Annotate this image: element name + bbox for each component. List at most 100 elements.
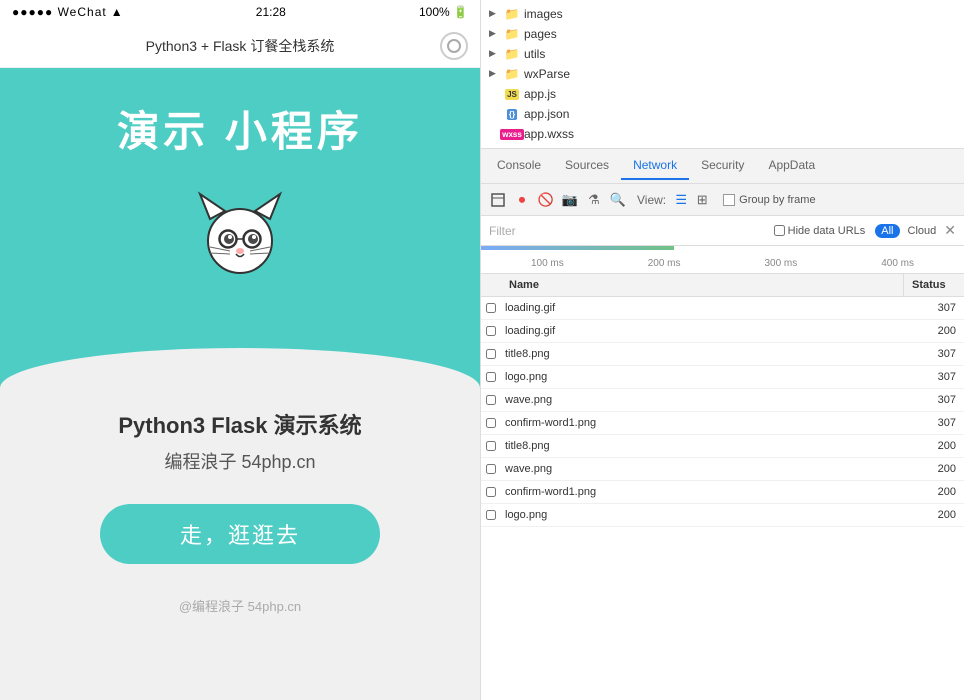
cat-icon <box>190 189 290 279</box>
battery-status: 100% 🔋 <box>419 5 468 19</box>
view-icons: ☰ ⊞ <box>672 191 711 209</box>
tree-item-label: wxParse <box>524 67 570 81</box>
app-title-bar: Python3 + Flask 订餐全栈系统 <box>0 24 480 68</box>
row-name: logo.png <box>501 504 909 526</box>
table-row[interactable]: confirm-word1.png 307 <box>481 412 964 435</box>
row-checkbox[interactable] <box>481 481 501 503</box>
search-button[interactable]: 🔍 <box>609 191 627 209</box>
tab-appdata[interactable]: AppData <box>756 152 827 180</box>
close-filter-button[interactable]: ✕ <box>944 222 956 239</box>
tab-security[interactable]: Security <box>689 152 756 180</box>
list-view-button[interactable]: ☰ <box>672 191 690 209</box>
tab-console[interactable]: Console <box>485 152 553 180</box>
timeline-label-200: 200 ms <box>648 258 681 269</box>
folder-icon: 📁 <box>505 7 519 21</box>
row-name: confirm-word1.png <box>501 481 909 503</box>
status-left: ●●●●● WeChat ▲ <box>12 5 123 19</box>
row-status: 200 <box>909 458 964 480</box>
content-section: Python3 Flask 演示系统 编程浪子 54php.cn 走，逛逛去 <box>0 388 480 584</box>
phone-simulator: ●●●●● WeChat ▲ 21:28 100% 🔋 Python3 + Fl… <box>0 0 480 700</box>
tree-item-utils[interactable]: ▶ 📁 utils <box>481 44 964 64</box>
tree-item-appwxss[interactable]: ▶ wxss app.wxss <box>481 124 964 144</box>
folder-icon: 📁 <box>505 27 519 41</box>
tree-item-appjs[interactable]: ▶ JS app.js <box>481 84 964 104</box>
row-name: loading.gif <box>501 297 909 319</box>
table-row[interactable]: confirm-word1.png 200 <box>481 481 964 504</box>
go-button[interactable]: 走，逛逛去 <box>100 504 380 564</box>
table-row[interactable]: title8.png 200 <box>481 435 964 458</box>
clear-button[interactable]: 🚫 <box>537 191 555 209</box>
row-checkbox[interactable] <box>481 366 501 388</box>
table-row[interactable]: logo.png 200 <box>481 504 964 527</box>
filter-input[interactable] <box>489 224 766 238</box>
row-checkbox[interactable] <box>481 297 501 319</box>
row-checkbox[interactable] <box>481 343 501 365</box>
table-row[interactable]: loading.gif 307 <box>481 297 964 320</box>
timeline-bar: 100 ms 200 ms 300 ms 400 ms <box>481 246 964 274</box>
table-row[interactable]: title8.png 307 <box>481 343 964 366</box>
filter-icon[interactable]: ⚗ <box>585 191 603 209</box>
tree-arrow-icon: ▶ <box>489 68 501 80</box>
all-filter-badge[interactable]: All <box>875 224 899 238</box>
hide-data-urls-label: Hide data URLs <box>788 225 866 237</box>
filter-bar: Hide data URLs All Cloud ✕ <box>481 216 964 246</box>
row-name: title8.png <box>501 435 909 457</box>
tab-sources[interactable]: Sources <box>553 152 621 180</box>
record-network-button[interactable]: ⏺ <box>513 191 531 209</box>
row-name: logo.png <box>501 366 909 388</box>
hide-data-urls-option: Hide data URLs <box>774 225 866 237</box>
row-name: wave.png <box>501 458 909 480</box>
network-rows: loading.gif 307 loading.gif 200 title8.p… <box>481 297 964 527</box>
row-name: loading.gif <box>501 320 909 342</box>
row-status: 307 <box>909 297 964 319</box>
row-status: 307 <box>909 343 964 365</box>
row-checkbox[interactable] <box>481 504 501 526</box>
group-by-frame-option: Group by frame <box>723 194 815 206</box>
status-time: 21:28 <box>256 5 286 19</box>
group-by-frame-checkbox[interactable] <box>723 194 735 206</box>
tree-item-appjson[interactable]: ▶ {} app.json <box>481 104 964 124</box>
tree-item-images[interactable]: ▶ 📁 images <box>481 4 964 24</box>
tab-network[interactable]: Network <box>621 152 689 180</box>
tree-item-label: utils <box>524 47 545 61</box>
tree-arrow-icon: ▶ <box>489 28 501 40</box>
record-inner <box>447 39 461 53</box>
row-checkbox[interactable] <box>481 389 501 411</box>
col-status-header: Status <box>904 274 964 296</box>
camera-button[interactable]: 📷 <box>561 191 579 209</box>
row-status: 200 <box>909 504 964 526</box>
table-row[interactable]: logo.png 307 <box>481 366 964 389</box>
timeline-progress <box>481 246 674 250</box>
record-button[interactable] <box>440 32 468 60</box>
col-name-header: Name <box>501 274 904 296</box>
app-name-label: Python3 Flask 演示系统 <box>118 408 361 440</box>
hide-data-urls-checkbox[interactable] <box>774 225 785 236</box>
row-checkbox[interactable] <box>481 412 501 434</box>
cloud-filter-button[interactable]: Cloud <box>908 225 937 237</box>
tree-item-wxparse[interactable]: ▶ 📁 wxParse <box>481 64 964 84</box>
inspect-element-button[interactable] <box>489 191 507 209</box>
wave-divider <box>0 348 480 388</box>
phone-content: 演示 小程序 <box>0 68 480 700</box>
author-label: 编程浪子 54php.cn <box>164 448 315 474</box>
row-status: 200 <box>909 435 964 457</box>
table-row[interactable]: wave.png 307 <box>481 389 964 412</box>
row-checkbox[interactable] <box>481 435 501 457</box>
row-checkbox[interactable] <box>481 320 501 342</box>
table-row[interactable]: loading.gif 200 <box>481 320 964 343</box>
row-status: 307 <box>909 389 964 411</box>
js-file-icon: JS <box>505 87 519 101</box>
wifi-icon: ▲ <box>111 5 123 19</box>
phone-footer: @编程浪子 54php.cn <box>0 584 480 627</box>
row-status: 200 <box>909 320 964 342</box>
table-row[interactable]: wave.png 200 <box>481 458 964 481</box>
tree-item-pages[interactable]: ▶ 📁 pages <box>481 24 964 44</box>
row-status: 307 <box>909 412 964 434</box>
battery-icon: 🔋 <box>453 5 468 19</box>
timeline-label-400: 400 ms <box>881 258 914 269</box>
row-checkbox[interactable] <box>481 458 501 480</box>
grid-view-button[interactable]: ⊞ <box>693 191 711 209</box>
tree-item-label: images <box>524 7 563 21</box>
row-name: title8.png <box>501 343 909 365</box>
hero-section: 演示 小程序 <box>0 68 480 388</box>
